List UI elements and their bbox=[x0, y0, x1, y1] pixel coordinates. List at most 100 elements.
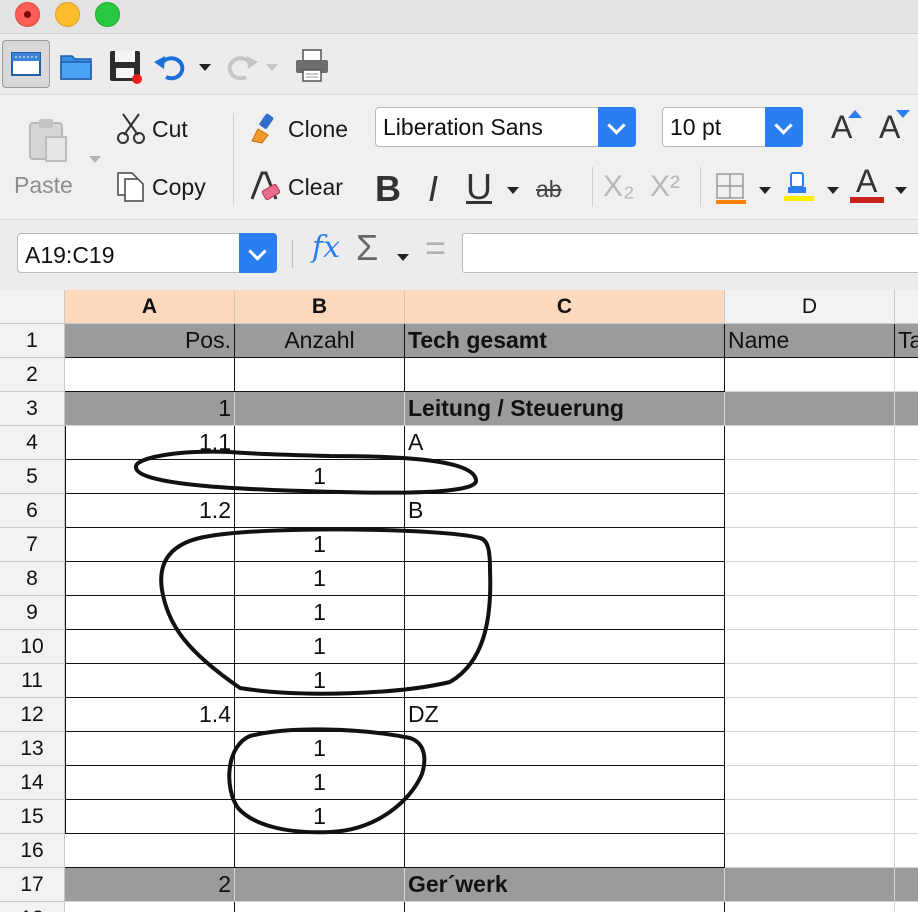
column-header-a[interactable]: A bbox=[65, 290, 235, 324]
copy-button[interactable]: Copy bbox=[112, 169, 222, 205]
cell-b18[interactable] bbox=[235, 902, 405, 912]
cell-a5[interactable] bbox=[65, 460, 235, 494]
cell-c16[interactable] bbox=[405, 834, 725, 868]
cell-a1[interactable]: Pos. bbox=[65, 324, 235, 358]
subscript-button[interactable]: X₂ bbox=[603, 172, 635, 202]
cell-e3[interactable] bbox=[895, 392, 918, 426]
cell-a16[interactable] bbox=[65, 834, 235, 868]
cell-b16[interactable] bbox=[235, 834, 405, 868]
cell-b6[interactable] bbox=[235, 494, 405, 528]
cell-c6[interactable]: B bbox=[405, 494, 725, 528]
row-header[interactable]: 9 bbox=[0, 596, 65, 630]
cell-d9[interactable] bbox=[725, 596, 895, 630]
paste-dropdown-arrow[interactable] bbox=[89, 156, 101, 163]
cell-a3[interactable]: 1 bbox=[65, 392, 235, 426]
row-header[interactable]: 3 bbox=[0, 392, 65, 426]
cell-c3[interactable]: Leitung / Steuerung bbox=[405, 392, 725, 426]
cell-e16[interactable] bbox=[895, 834, 918, 868]
cell-e12[interactable] bbox=[895, 698, 918, 732]
cell-e18[interactable] bbox=[895, 902, 918, 912]
cell-c18[interactable] bbox=[405, 902, 725, 912]
cell-b17[interactable] bbox=[235, 868, 405, 902]
cell-c1[interactable]: Tech gesamt bbox=[405, 324, 725, 358]
cell-b14[interactable]: 1 bbox=[235, 766, 405, 800]
font-name-combo[interactable]: Liberation Sans bbox=[375, 107, 636, 147]
row-header[interactable]: 18 bbox=[0, 902, 65, 912]
cell-d10[interactable] bbox=[725, 630, 895, 664]
cell-a11[interactable] bbox=[65, 664, 235, 698]
highlighting-dropdown-arrow[interactable] bbox=[827, 187, 839, 194]
cell-b4[interactable] bbox=[235, 426, 405, 460]
cell-a7[interactable] bbox=[65, 528, 235, 562]
clone-formatting-button[interactable]: Clone bbox=[248, 111, 368, 147]
cell-d17[interactable] bbox=[725, 868, 895, 902]
cell-c14[interactable] bbox=[405, 766, 725, 800]
zoom-window-button[interactable] bbox=[95, 2, 120, 27]
cell-e4[interactable] bbox=[895, 426, 918, 460]
minimize-window-button[interactable] bbox=[55, 2, 80, 27]
cell-d8[interactable] bbox=[725, 562, 895, 596]
cell-c2[interactable] bbox=[405, 358, 725, 392]
row-header[interactable]: 17 bbox=[0, 868, 65, 902]
sum-button[interactable]: Σ bbox=[356, 230, 378, 266]
print-icon[interactable] bbox=[292, 46, 332, 86]
cell-d13[interactable] bbox=[725, 732, 895, 766]
cell-a17[interactable]: 2 bbox=[65, 868, 235, 902]
bold-button[interactable]: B bbox=[375, 169, 401, 209]
cell-b11[interactable]: 1 bbox=[235, 664, 405, 698]
strikethrough-button[interactable]: ab bbox=[536, 175, 562, 203]
cell-d18[interactable] bbox=[725, 902, 895, 912]
row-header[interactable]: 10 bbox=[0, 630, 65, 664]
cell-b3[interactable] bbox=[235, 392, 405, 426]
select-all-corner[interactable] bbox=[0, 290, 65, 324]
row-header[interactable]: 11 bbox=[0, 664, 65, 698]
cell-b1[interactable]: Anzahl bbox=[235, 324, 405, 358]
sum-dropdown-arrow[interactable] bbox=[397, 254, 409, 261]
cell-d2[interactable] bbox=[725, 358, 895, 392]
cell-d4[interactable] bbox=[725, 426, 895, 460]
row-header[interactable]: 14 bbox=[0, 766, 65, 800]
cell-c8[interactable] bbox=[405, 562, 725, 596]
clear-formatting-button[interactable]: Clear bbox=[248, 169, 368, 205]
cell-b13[interactable]: 1 bbox=[235, 732, 405, 766]
cell-c5[interactable] bbox=[405, 460, 725, 494]
cell-c10[interactable] bbox=[405, 630, 725, 664]
underline-dropdown-arrow[interactable] bbox=[507, 187, 519, 194]
cell-e2[interactable] bbox=[895, 358, 918, 392]
cell-b10[interactable]: 1 bbox=[235, 630, 405, 664]
cell-e11[interactable] bbox=[895, 664, 918, 698]
cell-c12[interactable]: DZ bbox=[405, 698, 725, 732]
cell-b5[interactable]: 1 bbox=[235, 460, 405, 494]
row-header[interactable]: 7 bbox=[0, 528, 65, 562]
cell-e15[interactable] bbox=[895, 800, 918, 834]
font-color-dropdown-arrow[interactable] bbox=[895, 187, 907, 194]
cell-e7[interactable] bbox=[895, 528, 918, 562]
underline-button[interactable]: U bbox=[466, 167, 492, 207]
undo-icon[interactable] bbox=[152, 46, 192, 86]
row-header[interactable]: 5 bbox=[0, 460, 65, 494]
cell-e1[interactable]: Ta bbox=[895, 324, 918, 358]
cell-a10[interactable] bbox=[65, 630, 235, 664]
cell-e10[interactable] bbox=[895, 630, 918, 664]
cell-e5[interactable] bbox=[895, 460, 918, 494]
cell-d6[interactable] bbox=[725, 494, 895, 528]
row-header[interactable]: 15 bbox=[0, 800, 65, 834]
column-header-d[interactable]: D bbox=[725, 290, 895, 324]
cell-c9[interactable] bbox=[405, 596, 725, 630]
cell-b9[interactable]: 1 bbox=[235, 596, 405, 630]
cell-a18[interactable] bbox=[65, 902, 235, 912]
cell-d7[interactable] bbox=[725, 528, 895, 562]
spreadsheet-grid[interactable]: A B C D 1Pos.AnzahlTech gesamtNameTa231L… bbox=[0, 290, 918, 912]
superscript-button[interactable]: X² bbox=[650, 172, 680, 202]
name-box[interactable]: A19:C19 bbox=[17, 233, 277, 273]
undo-dropdown-arrow[interactable] bbox=[199, 64, 211, 71]
cell-d16[interactable] bbox=[725, 834, 895, 868]
column-header-b[interactable]: B bbox=[235, 290, 405, 324]
decrease-font-size-button[interactable]: A bbox=[876, 107, 916, 147]
cell-a4[interactable]: 1.1 bbox=[65, 426, 235, 460]
cell-a13[interactable] bbox=[65, 732, 235, 766]
cell-d5[interactable] bbox=[725, 460, 895, 494]
italic-button[interactable]: I bbox=[428, 169, 438, 209]
formula-equals-button[interactable]: = bbox=[425, 230, 446, 266]
column-header-c[interactable]: C bbox=[405, 290, 725, 324]
